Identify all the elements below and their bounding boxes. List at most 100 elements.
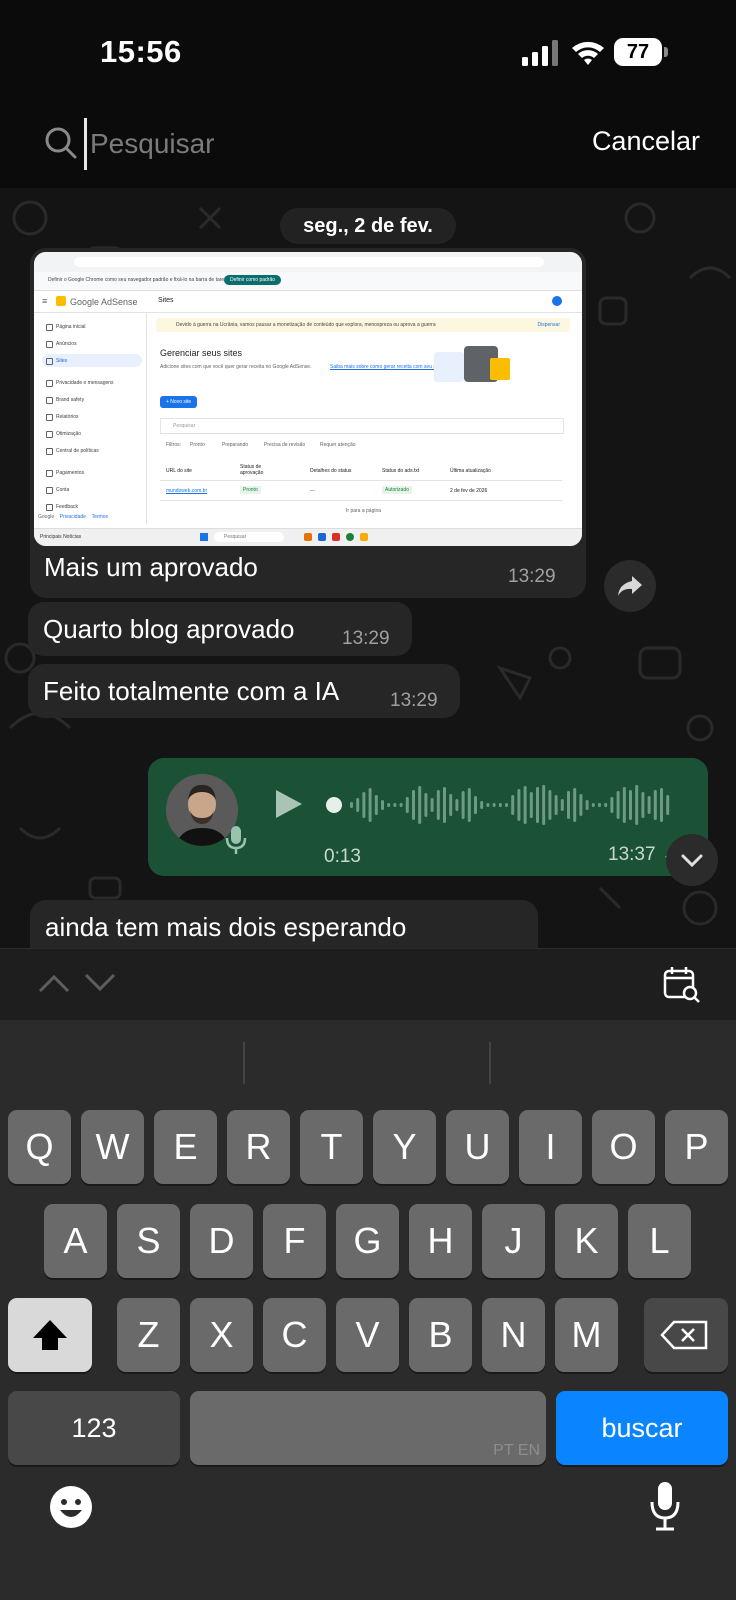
search-go-key[interactable]: buscar: [556, 1391, 728, 1465]
waveform-bar: [660, 788, 663, 822]
adsense-footer: Google Privacidade Termos: [38, 514, 109, 520]
adsense-logo-icon: [56, 296, 66, 306]
key-l[interactable]: L: [628, 1204, 691, 1278]
play-icon[interactable]: [274, 788, 304, 820]
cancel-button[interactable]: Cancelar: [592, 126, 700, 157]
waveform-bar: [436, 790, 440, 820]
waveform-bar: [629, 790, 632, 820]
adsense-nav-item: Central de políticas: [42, 444, 142, 457]
space-language: PT EN: [493, 1442, 540, 1459]
key-x[interactable]: X: [190, 1298, 253, 1372]
message-bubble[interactable]: Feito totalmente com a IA 13:29: [28, 664, 460, 718]
waveform-bar: [505, 803, 508, 807]
key-c[interactable]: C: [263, 1298, 326, 1372]
backspace-key[interactable]: [644, 1298, 728, 1372]
date-separator: seg., 2 de fev.: [280, 208, 456, 244]
key-h[interactable]: H: [409, 1204, 472, 1278]
voice-message-bubble[interactable]: 0:13 13:37: [148, 758, 708, 876]
waveform-bar: [598, 803, 601, 807]
key-o[interactable]: O: [592, 1110, 655, 1184]
chevron-down-icon: [681, 854, 703, 868]
shift-key[interactable]: [8, 1298, 92, 1372]
adsense-page-header: Sites: [158, 297, 174, 304]
waveform-bar: [412, 790, 415, 820]
key-q[interactable]: Q: [8, 1110, 71, 1184]
voice-waveform[interactable]: [326, 782, 678, 828]
chevron-up-icon[interactable]: [38, 971, 70, 995]
waveform-bar: [585, 800, 589, 810]
search-input[interactable]: [84, 118, 472, 170]
chevron-down-icon[interactable]: [84, 971, 116, 995]
message-bubble[interactable]: Quarto blog aprovado 13:29: [28, 602, 412, 656]
scroll-to-bottom-button[interactable]: [666, 834, 718, 886]
key-k[interactable]: K: [555, 1204, 618, 1278]
message-text: ainda tem mais dois esperando: [45, 912, 407, 942]
manage-sites-subtitle: Adicione sites com que você quer gerar r…: [160, 364, 312, 370]
sites-table-header: URL do site Status de aprovação Detalhes…: [160, 462, 562, 481]
nav-item-label: Relatórios: [56, 414, 79, 420]
key-i[interactable]: I: [519, 1110, 582, 1184]
key-z[interactable]: Z: [117, 1298, 180, 1372]
waveform-bar: [393, 803, 397, 807]
calendar-search-icon[interactable]: [662, 965, 702, 1005]
keyboard: QWERTYUIOP ASDFGHJKL ZXCVBNM 123 PT EN b…: [0, 1020, 736, 1600]
key-n[interactable]: N: [482, 1298, 545, 1372]
key-p[interactable]: P: [665, 1110, 728, 1184]
numbers-key[interactable]: 123: [8, 1391, 180, 1465]
nav-item-icon: [46, 341, 53, 348]
waveform-bar: [474, 796, 477, 814]
key-s[interactable]: S: [117, 1204, 180, 1278]
space-key[interactable]: PT EN: [190, 1391, 546, 1465]
waveform-bar: [443, 787, 446, 823]
waveform-bar: [542, 785, 546, 825]
sites-search-field: Pesquisar: [160, 418, 564, 434]
message-bubble[interactable]: ainda tem mais dois esperando: [30, 900, 538, 948]
key-u[interactable]: U: [446, 1110, 509, 1184]
key-f[interactable]: F: [263, 1204, 326, 1278]
alert-dismiss: Dispensar: [537, 322, 560, 328]
key-w[interactable]: W: [81, 1110, 144, 1184]
waveform-bar: [467, 788, 471, 822]
chat-area[interactable]: seg., 2 de fev. Definir o Google Chrome …: [0, 188, 736, 948]
waveform-bar: [579, 794, 583, 816]
chrome-banner-text: Definir o Google Chrome como seu navegad…: [48, 277, 231, 283]
waveform-bar: [610, 797, 614, 813]
waveform-bar: [511, 795, 515, 815]
forward-button[interactable]: [604, 560, 656, 612]
status-bar: 15:56 77: [0, 0, 736, 108]
waveform-bar: [368, 788, 372, 822]
new-site-button: + Novo site: [160, 396, 198, 408]
key-t[interactable]: T: [300, 1110, 363, 1184]
adsense-nav-item: Feedback: [42, 500, 142, 513]
waveform-bar: [480, 801, 484, 809]
key-j[interactable]: J: [482, 1204, 545, 1278]
waveform-bar: [418, 786, 422, 824]
adsense-screenshot-image[interactable]: Definir o Google Chrome como seu navegad…: [34, 252, 582, 546]
key-v[interactable]: V: [336, 1298, 399, 1372]
voice-duration: 0:13: [324, 846, 361, 867]
chrome-banner-button: Definir como padrão: [224, 275, 282, 285]
image-message-bubble[interactable]: Definir o Google Chrome como seu navegad…: [30, 248, 586, 598]
key-r[interactable]: R: [227, 1110, 290, 1184]
key-g[interactable]: G: [336, 1204, 399, 1278]
emoji-icon[interactable]: [48, 1484, 94, 1530]
nav-item-icon: [46, 380, 53, 387]
nav-item-label: Brand safety: [56, 397, 85, 403]
nav-item-label: Pagamentos: [56, 470, 85, 476]
waveform-bar: [498, 803, 502, 807]
message-time: 13:29: [508, 566, 556, 587]
waveform-bar: [548, 790, 552, 820]
dictation-microphone-icon[interactable]: [648, 1480, 682, 1532]
key-b[interactable]: B: [409, 1298, 472, 1372]
nav-item-label: Conta: [56, 487, 70, 493]
menu-icon: ≡: [42, 296, 48, 306]
key-e[interactable]: E: [154, 1110, 217, 1184]
waveform-bar: [350, 802, 353, 808]
key-m[interactable]: M: [555, 1298, 618, 1372]
key-y[interactable]: Y: [373, 1110, 436, 1184]
waveform-bar: [430, 798, 434, 812]
key-a[interactable]: A: [44, 1204, 107, 1278]
key-d[interactable]: D: [190, 1204, 253, 1278]
message-text: Feito totalmente com a IA: [43, 676, 340, 706]
message-text: Quarto blog aprovado: [43, 614, 295, 644]
